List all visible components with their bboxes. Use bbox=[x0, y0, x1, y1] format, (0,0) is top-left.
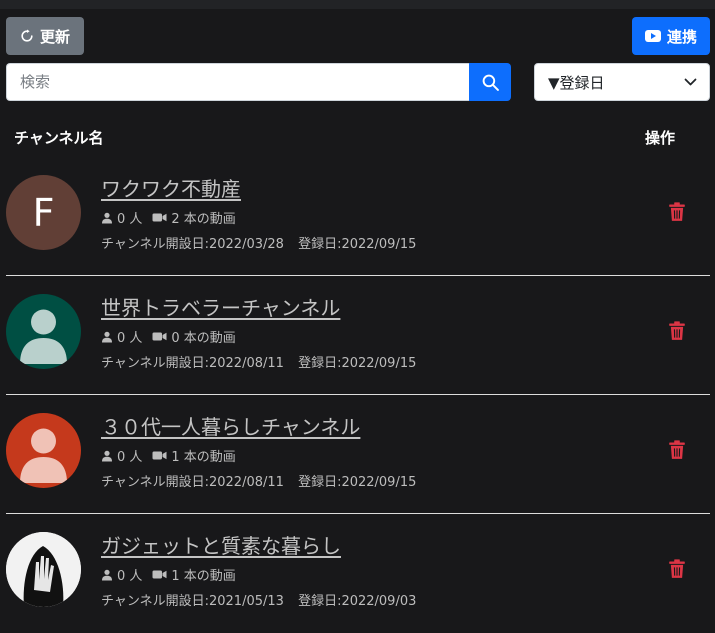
table-row: ３０代一人暮らしチャンネル 0 人 1 本の動画 チャンネル開設日:2022/0… bbox=[6, 395, 710, 514]
person-icon bbox=[101, 331, 113, 343]
table-row: 世界トラベラーチャンネル 0 人 0 本の動画 チャンネル開設日:2022/08… bbox=[6, 276, 710, 395]
person-icon bbox=[101, 450, 113, 462]
trash-icon[interactable] bbox=[668, 559, 686, 579]
channel-created-date: チャンネル開設日:2022/03/28 bbox=[101, 237, 284, 252]
avatar-letter: F bbox=[33, 191, 55, 235]
trash-icon[interactable] bbox=[668, 440, 686, 460]
channel-created-date: チャンネル開設日:2022/08/11 bbox=[101, 356, 284, 371]
video-count: 1 本の動画 bbox=[171, 446, 235, 465]
subscriber-count: 0 人 bbox=[117, 327, 142, 346]
search-icon bbox=[482, 74, 499, 91]
refresh-button-label: 更新 bbox=[40, 26, 70, 47]
video-count: 1 本の動画 bbox=[171, 565, 235, 584]
channel-dates: チャンネル開設日:2021/05/13 登録日:2022/09/03 bbox=[101, 590, 416, 609]
video-count: 2 本の動画 bbox=[171, 208, 235, 227]
table-row: F ワクワク不動産 0 人 2 本の動画 チャンネル開設日:2022/03/28… bbox=[6, 157, 710, 276]
refresh-icon bbox=[20, 29, 34, 43]
avatar bbox=[6, 413, 81, 488]
registered-date: 登録日:2022/09/15 bbox=[298, 475, 416, 490]
default-avatar-icon bbox=[6, 413, 81, 488]
video-count: 0 本の動画 bbox=[171, 327, 235, 346]
top-bar bbox=[0, 0, 715, 9]
sort-select[interactable]: ▼登録日 bbox=[534, 63, 710, 101]
chevron-down-icon bbox=[684, 78, 697, 87]
channel-dates: チャンネル開設日:2022/08/11 登録日:2022/09/15 bbox=[101, 471, 416, 490]
search-bar bbox=[6, 63, 511, 101]
avatar: F bbox=[6, 175, 81, 250]
search-button[interactable] bbox=[469, 63, 511, 101]
default-avatar-icon bbox=[6, 294, 81, 369]
channel-stats: 0 人 0 本の動画 bbox=[101, 327, 236, 346]
avatar bbox=[6, 532, 81, 607]
video-camera-icon bbox=[152, 331, 167, 342]
registered-date: 登録日:2022/09/03 bbox=[298, 594, 416, 609]
channel-title-link[interactable]: ワクワク不動産 bbox=[101, 173, 241, 202]
trash-icon[interactable] bbox=[668, 202, 686, 222]
column-header-actions: 操作 bbox=[645, 127, 675, 148]
channel-stats: 0 人 1 本の動画 bbox=[101, 446, 236, 465]
channel-dates: チャンネル開設日:2022/03/28 登録日:2022/09/15 bbox=[101, 233, 416, 252]
channel-created-date: チャンネル開設日:2022/08/11 bbox=[101, 475, 284, 490]
video-camera-icon bbox=[152, 212, 167, 223]
refresh-button[interactable]: 更新 bbox=[6, 17, 84, 55]
column-header-channel-name: チャンネル名 bbox=[14, 127, 104, 148]
link-button-label: 連携 bbox=[667, 26, 697, 47]
sort-selected-value: ▼登録日 bbox=[548, 72, 605, 93]
search-input[interactable] bbox=[6, 63, 469, 101]
channel-title-link[interactable]: ガジェットと質素な暮らし bbox=[101, 530, 341, 559]
avatar bbox=[6, 294, 81, 369]
link-button[interactable]: 連携 bbox=[632, 17, 710, 55]
trash-icon[interactable] bbox=[668, 321, 686, 341]
channel-title-link[interactable]: ３０代一人暮らしチャンネル bbox=[101, 411, 360, 440]
table-row: ガジェットと質素な暮らし 0 人 1 本の動画 チャンネル開設日:2021/05… bbox=[6, 514, 710, 633]
channel-created-date: チャンネル開設日:2021/05/13 bbox=[101, 594, 284, 609]
subscriber-count: 0 人 bbox=[117, 565, 142, 584]
subscriber-count: 0 人 bbox=[117, 446, 142, 465]
channel-stats: 0 人 1 本の動画 bbox=[101, 565, 236, 584]
registered-date: 登録日:2022/09/15 bbox=[298, 356, 416, 371]
channel-title-link[interactable]: 世界トラベラーチャンネル bbox=[101, 292, 340, 321]
youtube-icon bbox=[645, 30, 661, 42]
channel-dates: チャンネル開設日:2022/08/11 登録日:2022/09/15 bbox=[101, 352, 416, 371]
video-camera-icon bbox=[152, 569, 167, 580]
channel-stats: 0 人 2 本の動画 bbox=[101, 208, 236, 227]
person-icon bbox=[101, 569, 113, 581]
subscriber-count: 0 人 bbox=[117, 208, 142, 227]
registered-date: 登録日:2022/09/15 bbox=[298, 237, 416, 252]
photo-avatar-icon bbox=[6, 532, 81, 607]
video-camera-icon bbox=[152, 450, 167, 461]
person-icon bbox=[101, 212, 113, 224]
